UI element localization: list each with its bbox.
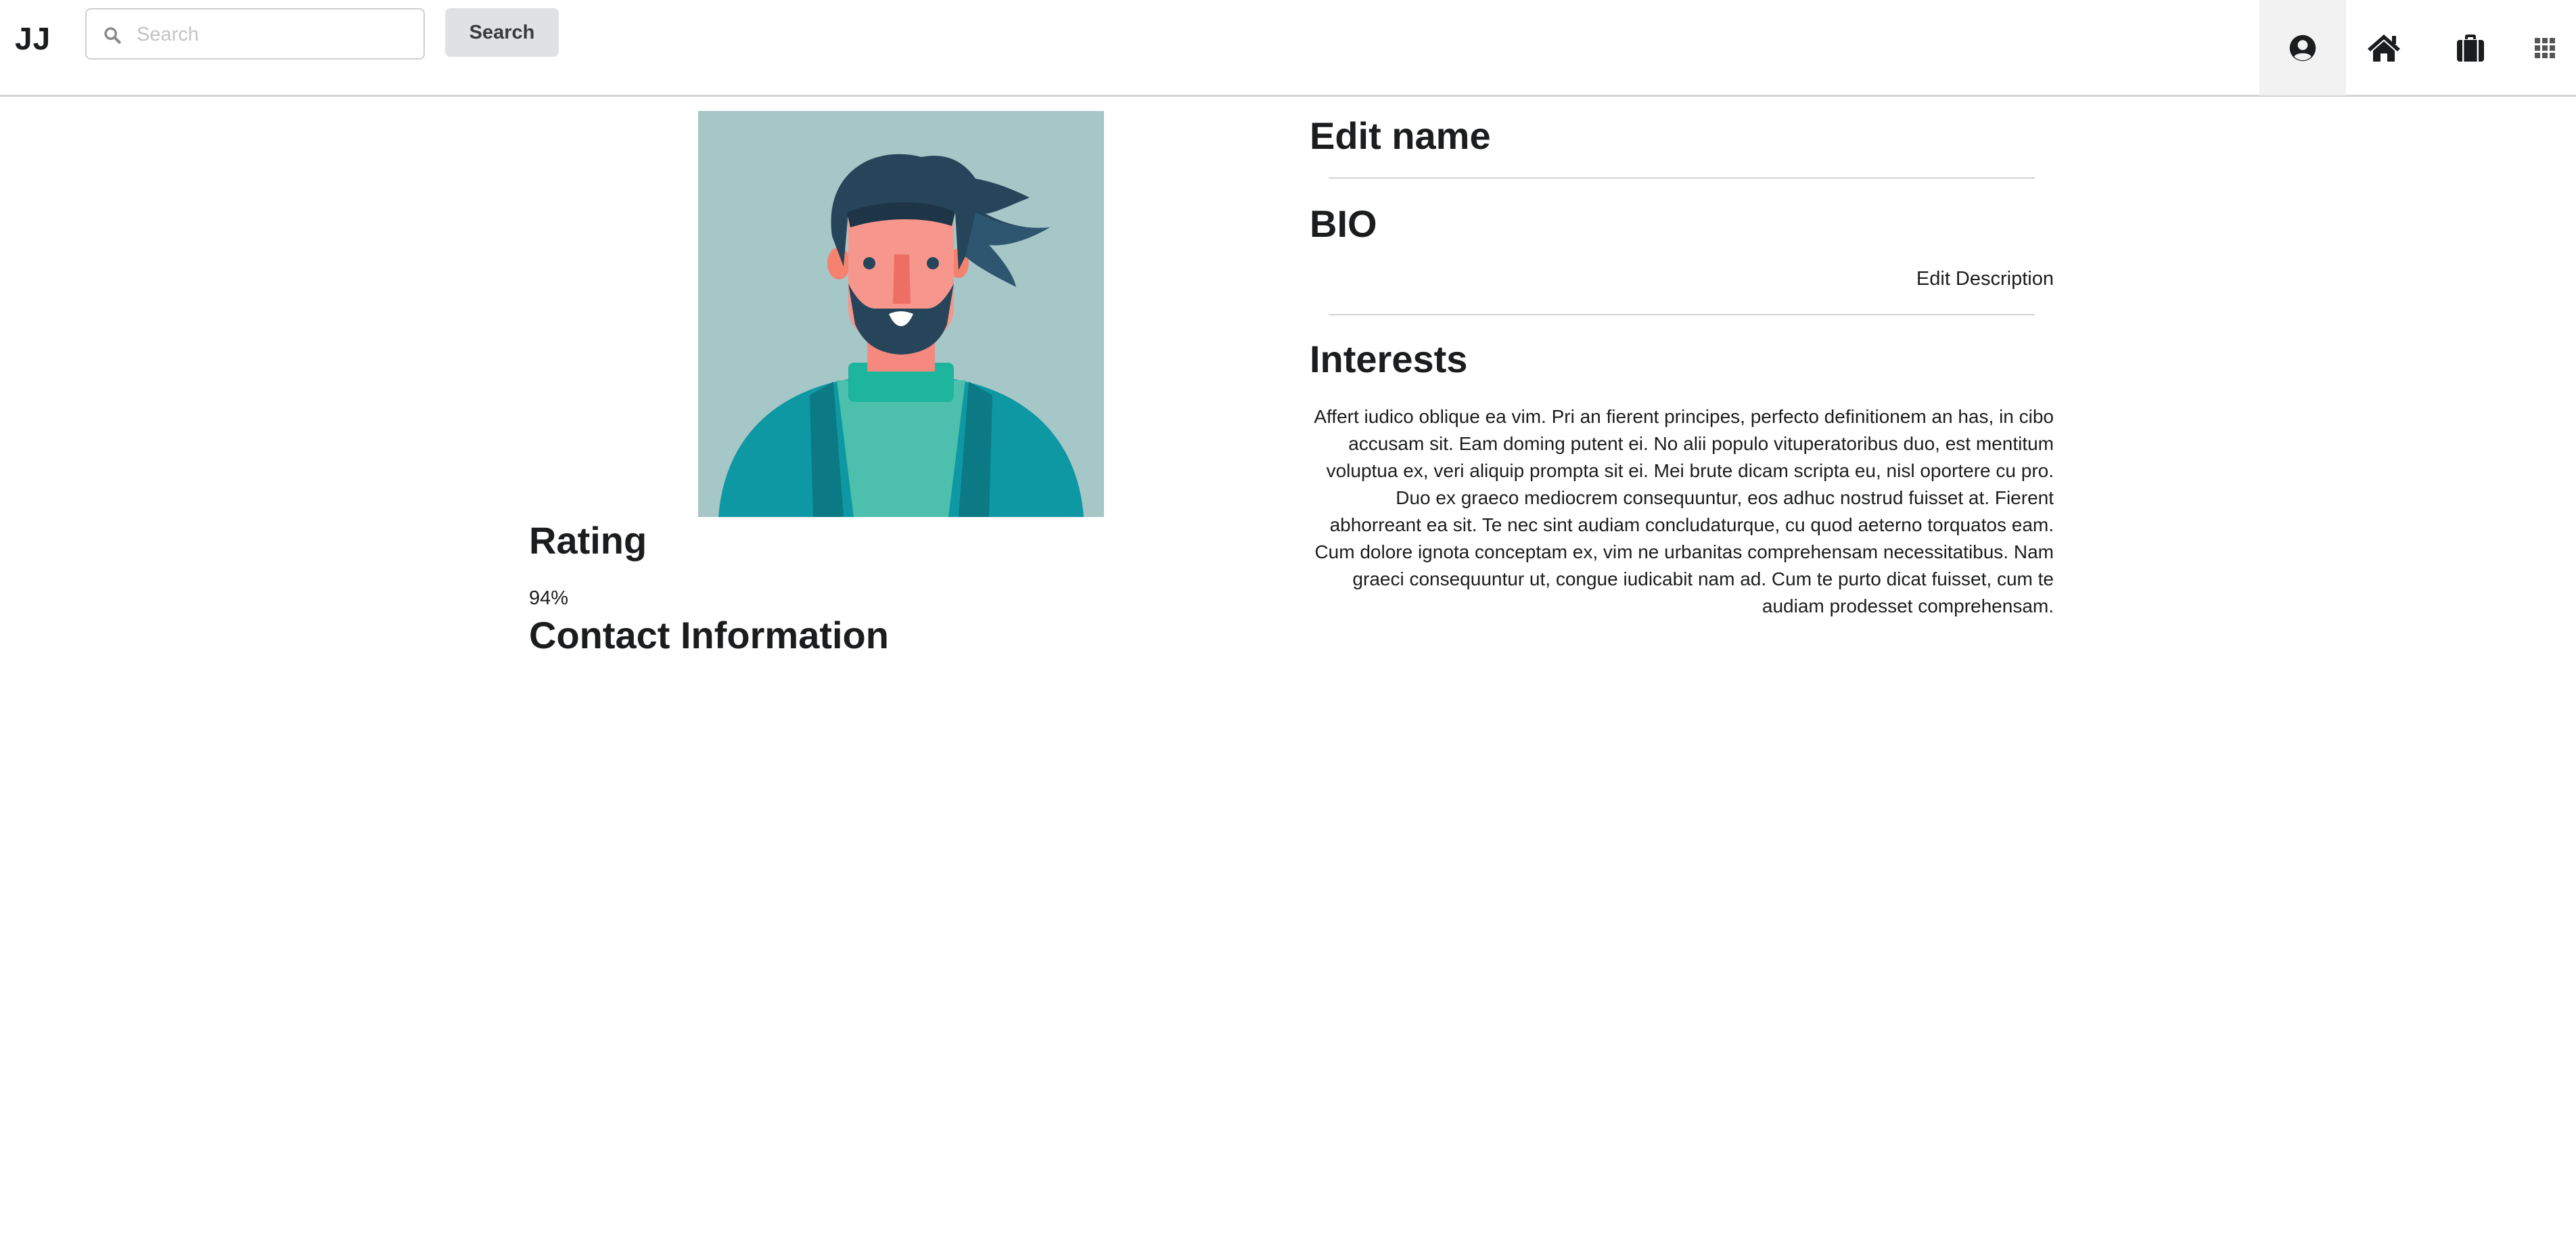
divider [1329,314,2035,315]
profile-avatar [698,111,1104,517]
briefcase-icon [2457,34,2484,62]
nav-profile[interactable] [2259,0,2346,95]
brand-logo[interactable]: JJ [15,20,51,57]
bearded-man-avatar-icon [698,111,1104,517]
edit-name-heading[interactable]: Edit name [1310,114,1491,158]
contact-information-heading: Contact Information [529,614,889,656]
search-icon [104,27,121,44]
search-button[interactable]: Search [445,8,559,57]
edit-description-link[interactable]: Edit Description [1759,268,2054,290]
rating-value: 94% [529,587,569,609]
search-field[interactable] [85,8,425,60]
user-circle-icon [2289,35,2316,61]
interests-heading: Interests [1310,338,1468,380]
grid-icon [2535,37,2555,58]
home-icon [2368,34,2400,62]
bio-heading: BIO [1310,202,1377,245]
divider [1329,177,2035,179]
rating-heading: Rating [529,519,647,562]
nav-home[interactable] [2341,0,2427,95]
interests-text: Affert iudico oblique ea vim. Pri an fie… [1314,406,2054,616]
nav-apps[interactable] [2514,0,2576,95]
top-menu-bar: JJ Search [0,0,2576,97]
nav-jobs[interactable] [2427,0,2514,95]
search-input[interactable] [137,16,407,53]
